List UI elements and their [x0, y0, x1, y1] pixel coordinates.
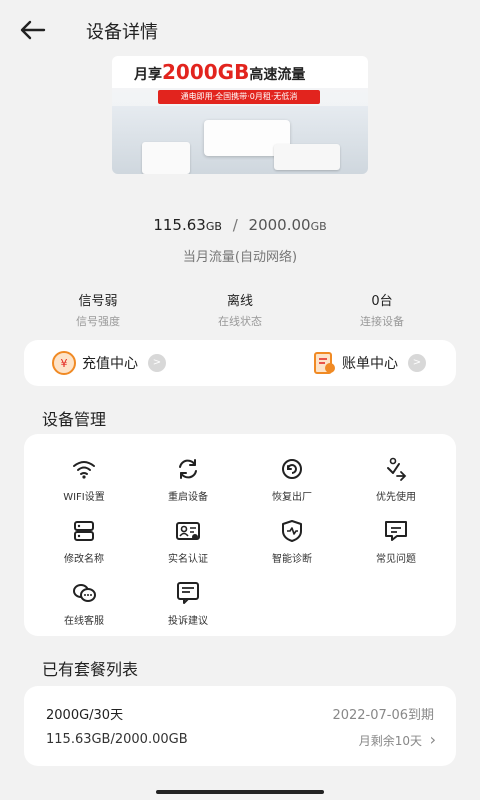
id-card-icon	[176, 522, 200, 540]
svg-text:¥: ¥	[61, 357, 68, 370]
used-unit: GB	[205, 220, 222, 233]
page-title: 设备详情	[86, 22, 158, 43]
stat-value: 信号弱	[78, 294, 118, 309]
grid-label: 实名认证	[168, 554, 208, 565]
grid-label: 修改名称	[64, 554, 104, 565]
banner-title: 月享2000GB高速流量	[134, 60, 305, 84]
grid-label: 投诉建议	[168, 616, 208, 627]
banner-title-prefix: 月享	[134, 67, 162, 83]
header: 设备详情	[0, 0, 480, 60]
plan-remaining: 月剩余10天	[358, 734, 422, 748]
shield-icon	[282, 520, 302, 542]
faq-button[interactable]: 常见问题	[346, 518, 446, 565]
priority-use-button[interactable]: 优先使用	[346, 456, 446, 503]
quick-actions-card: ¥ 充值中心 > 账单中心 >	[24, 340, 456, 386]
used-value: 115.63	[153, 216, 206, 234]
device-management-grid: WIFI设置 重启设备 恢复出厂 优先使用 修改名称 实名认证 智能诊断 常见问…	[24, 434, 456, 636]
recharge-icon: ¥	[52, 351, 76, 375]
traffic-usage: 115.63GB / 2000.00GB	[0, 216, 480, 234]
plans-title: 已有套餐列表	[42, 660, 139, 679]
stat-signal: 信号弱 信号强度	[38, 290, 158, 329]
complaint-suggestion-button[interactable]: 投诉建议	[138, 580, 238, 627]
total-value: 2000.00	[248, 216, 311, 234]
restart-icon	[179, 459, 197, 479]
total-unit: GB	[310, 220, 327, 233]
mifi-device-image	[142, 142, 190, 174]
stat-connected: 0台 连接设备	[322, 290, 442, 329]
plan-name: 2000G/30天	[46, 708, 124, 723]
back-arrow-icon[interactable]	[18, 18, 48, 42]
plan-usage: 115.63GB/2000.00GB	[46, 732, 188, 747]
chevron-right-icon: >	[148, 354, 166, 372]
recharge-center-button[interactable]: ¥ 充值中心 >	[50, 340, 166, 386]
wifi-icon	[73, 461, 95, 479]
chevron-right-icon: ›	[429, 730, 436, 749]
grid-label: 重启设备	[168, 492, 208, 503]
stat-value: 0台	[371, 294, 393, 309]
recharge-label: 充值中心	[82, 356, 138, 372]
device-management-title: 设备管理	[42, 410, 107, 429]
bill-label: 账单中心	[342, 356, 398, 372]
stat-online: 离线 在线状态	[180, 290, 300, 329]
banner-subtitle: 通电即用·全国携带·0月租·无低消	[158, 90, 320, 104]
chevron-right-icon: >	[408, 354, 426, 372]
real-name-auth-button[interactable]: 实名认证	[138, 518, 238, 565]
faq-icon	[385, 521, 407, 541]
restart-device-button[interactable]: 重启设备	[138, 456, 238, 503]
stat-label: 连接设备	[360, 315, 404, 328]
online-service-button[interactable]: 在线客服	[34, 580, 134, 627]
rename-device-button[interactable]: 修改名称	[34, 518, 134, 565]
usage-separator: /	[232, 216, 238, 234]
banner-title-highlight: 2000GB	[162, 60, 250, 84]
grid-label: 在线客服	[64, 616, 104, 627]
stat-label: 在线状态	[218, 315, 262, 328]
priority-icon	[387, 457, 407, 481]
banner-title-suffix: 高速流量	[249, 67, 306, 83]
grid-label: 优先使用	[376, 492, 416, 503]
rename-icon	[74, 521, 94, 541]
chat-icon	[73, 584, 96, 602]
bill-center-button[interactable]: 账单中心 >	[310, 340, 426, 386]
promo-banner[interactable]: 月享2000GB高速流量 通电即用·全国携带·0月租·无低消	[112, 56, 368, 174]
feedback-icon	[177, 582, 199, 604]
stat-value: 离线	[226, 294, 253, 309]
grid-label: 常见问题	[376, 554, 416, 565]
plan-expiry: 2022-07-06到期	[332, 708, 434, 723]
factory-reset-icon	[282, 459, 302, 479]
grid-label: WIFI设置	[63, 492, 105, 503]
device-stats: 信号弱 信号强度 离线 在线状态 0台 连接设备	[0, 290, 480, 330]
factory-reset-button[interactable]: 恢复出厂	[242, 456, 342, 503]
wifi-settings-button[interactable]: WIFI设置	[34, 456, 134, 503]
router-small-image	[274, 144, 340, 170]
usage-label: 当月流量(自动网络)	[182, 250, 298, 265]
bill-icon	[314, 352, 335, 374]
stat-label: 信号强度	[76, 315, 120, 328]
home-indicator	[156, 790, 324, 794]
plan-list-item[interactable]: 2000G/30天 2022-07-06到期 115.63GB/2000.00G…	[24, 686, 456, 766]
smart-diagnosis-button[interactable]: 智能诊断	[242, 518, 342, 565]
grid-label: 智能诊断	[272, 554, 312, 565]
grid-label: 恢复出厂	[272, 492, 312, 503]
